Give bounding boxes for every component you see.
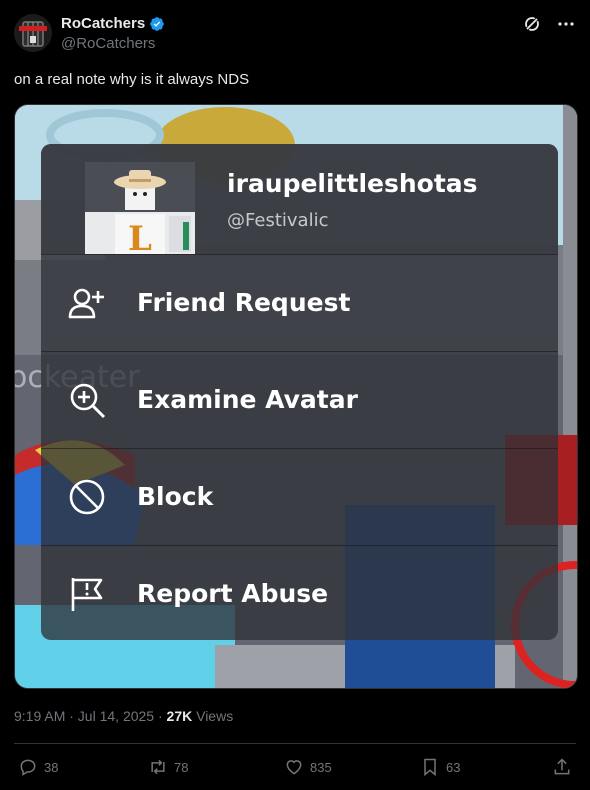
- menu-item-label: Block: [137, 482, 214, 511]
- add-friend-icon: [67, 283, 107, 323]
- player-avatar: L: [85, 162, 195, 259]
- views-count: 27K: [166, 708, 193, 724]
- tweet-meta: 9:19 AM · Jul 14, 2025 · 27K Views: [14, 708, 233, 724]
- tweet-media-image[interactable]: ockeater L iraupelittleshotas: [14, 104, 578, 689]
- more-options-icon[interactable]: [556, 14, 576, 34]
- tweet-text: on a real note why is it always NDS: [14, 71, 250, 88]
- menu-item-block[interactable]: Block: [41, 448, 558, 544]
- player-username: iraupelittleshotas: [227, 169, 478, 198]
- svg-text:L: L: [128, 219, 152, 254]
- action-bar: 38 78 835 63: [14, 757, 576, 779]
- share-icon: [554, 758, 570, 775]
- menu-item-label: Examine Avatar: [137, 385, 358, 414]
- menu-header: L iraupelittleshotas @Festivalic: [41, 144, 558, 259]
- reply-button[interactable]: 38: [18, 757, 58, 777]
- author-avatar[interactable]: [14, 14, 52, 52]
- menu-item-report-abuse[interactable]: Report Abuse: [41, 545, 558, 640]
- reply-icon: [20, 759, 36, 776]
- views-label: Views: [192, 708, 234, 724]
- menu-item-label: Friend Request: [137, 288, 351, 317]
- author-handle[interactable]: @RoCatchers: [61, 35, 165, 52]
- repost-button[interactable]: 78: [148, 757, 188, 777]
- bookmark-icon: [424, 758, 436, 777]
- grok-icon[interactable]: [522, 14, 542, 34]
- menu-item-friend-request[interactable]: Friend Request: [41, 254, 558, 350]
- player-context-menu: L iraupelittleshotas @Festivalic Friend …: [41, 144, 558, 640]
- verified-badge-icon: [149, 16, 165, 32]
- zoom-in-icon: [67, 380, 107, 420]
- bookmark-button[interactable]: 63: [420, 757, 460, 777]
- bookmark-count: 63: [446, 759, 461, 775]
- reply-count: 38: [44, 759, 59, 775]
- menu-item-examine-avatar[interactable]: Examine Avatar: [41, 351, 558, 447]
- share-button[interactable]: [552, 757, 572, 777]
- author-block[interactable]: RoCatchers @RoCatchers: [61, 15, 165, 52]
- like-button[interactable]: 835: [284, 757, 332, 777]
- repost-icon: [151, 759, 165, 775]
- block-icon: [67, 477, 107, 517]
- divider: [14, 743, 576, 744]
- report-flag-icon: [67, 574, 107, 614]
- tweet-timestamp[interactable]: 9:19 AM · Jul 14, 2025 ·: [14, 708, 167, 724]
- heart-icon: [286, 760, 302, 775]
- like-count: 835: [310, 759, 332, 775]
- repost-count: 78: [174, 759, 189, 775]
- player-handle: @Festivalic: [227, 210, 329, 231]
- author-display-name[interactable]: RoCatchers: [61, 15, 145, 32]
- menu-item-label: Report Abuse: [137, 579, 329, 608]
